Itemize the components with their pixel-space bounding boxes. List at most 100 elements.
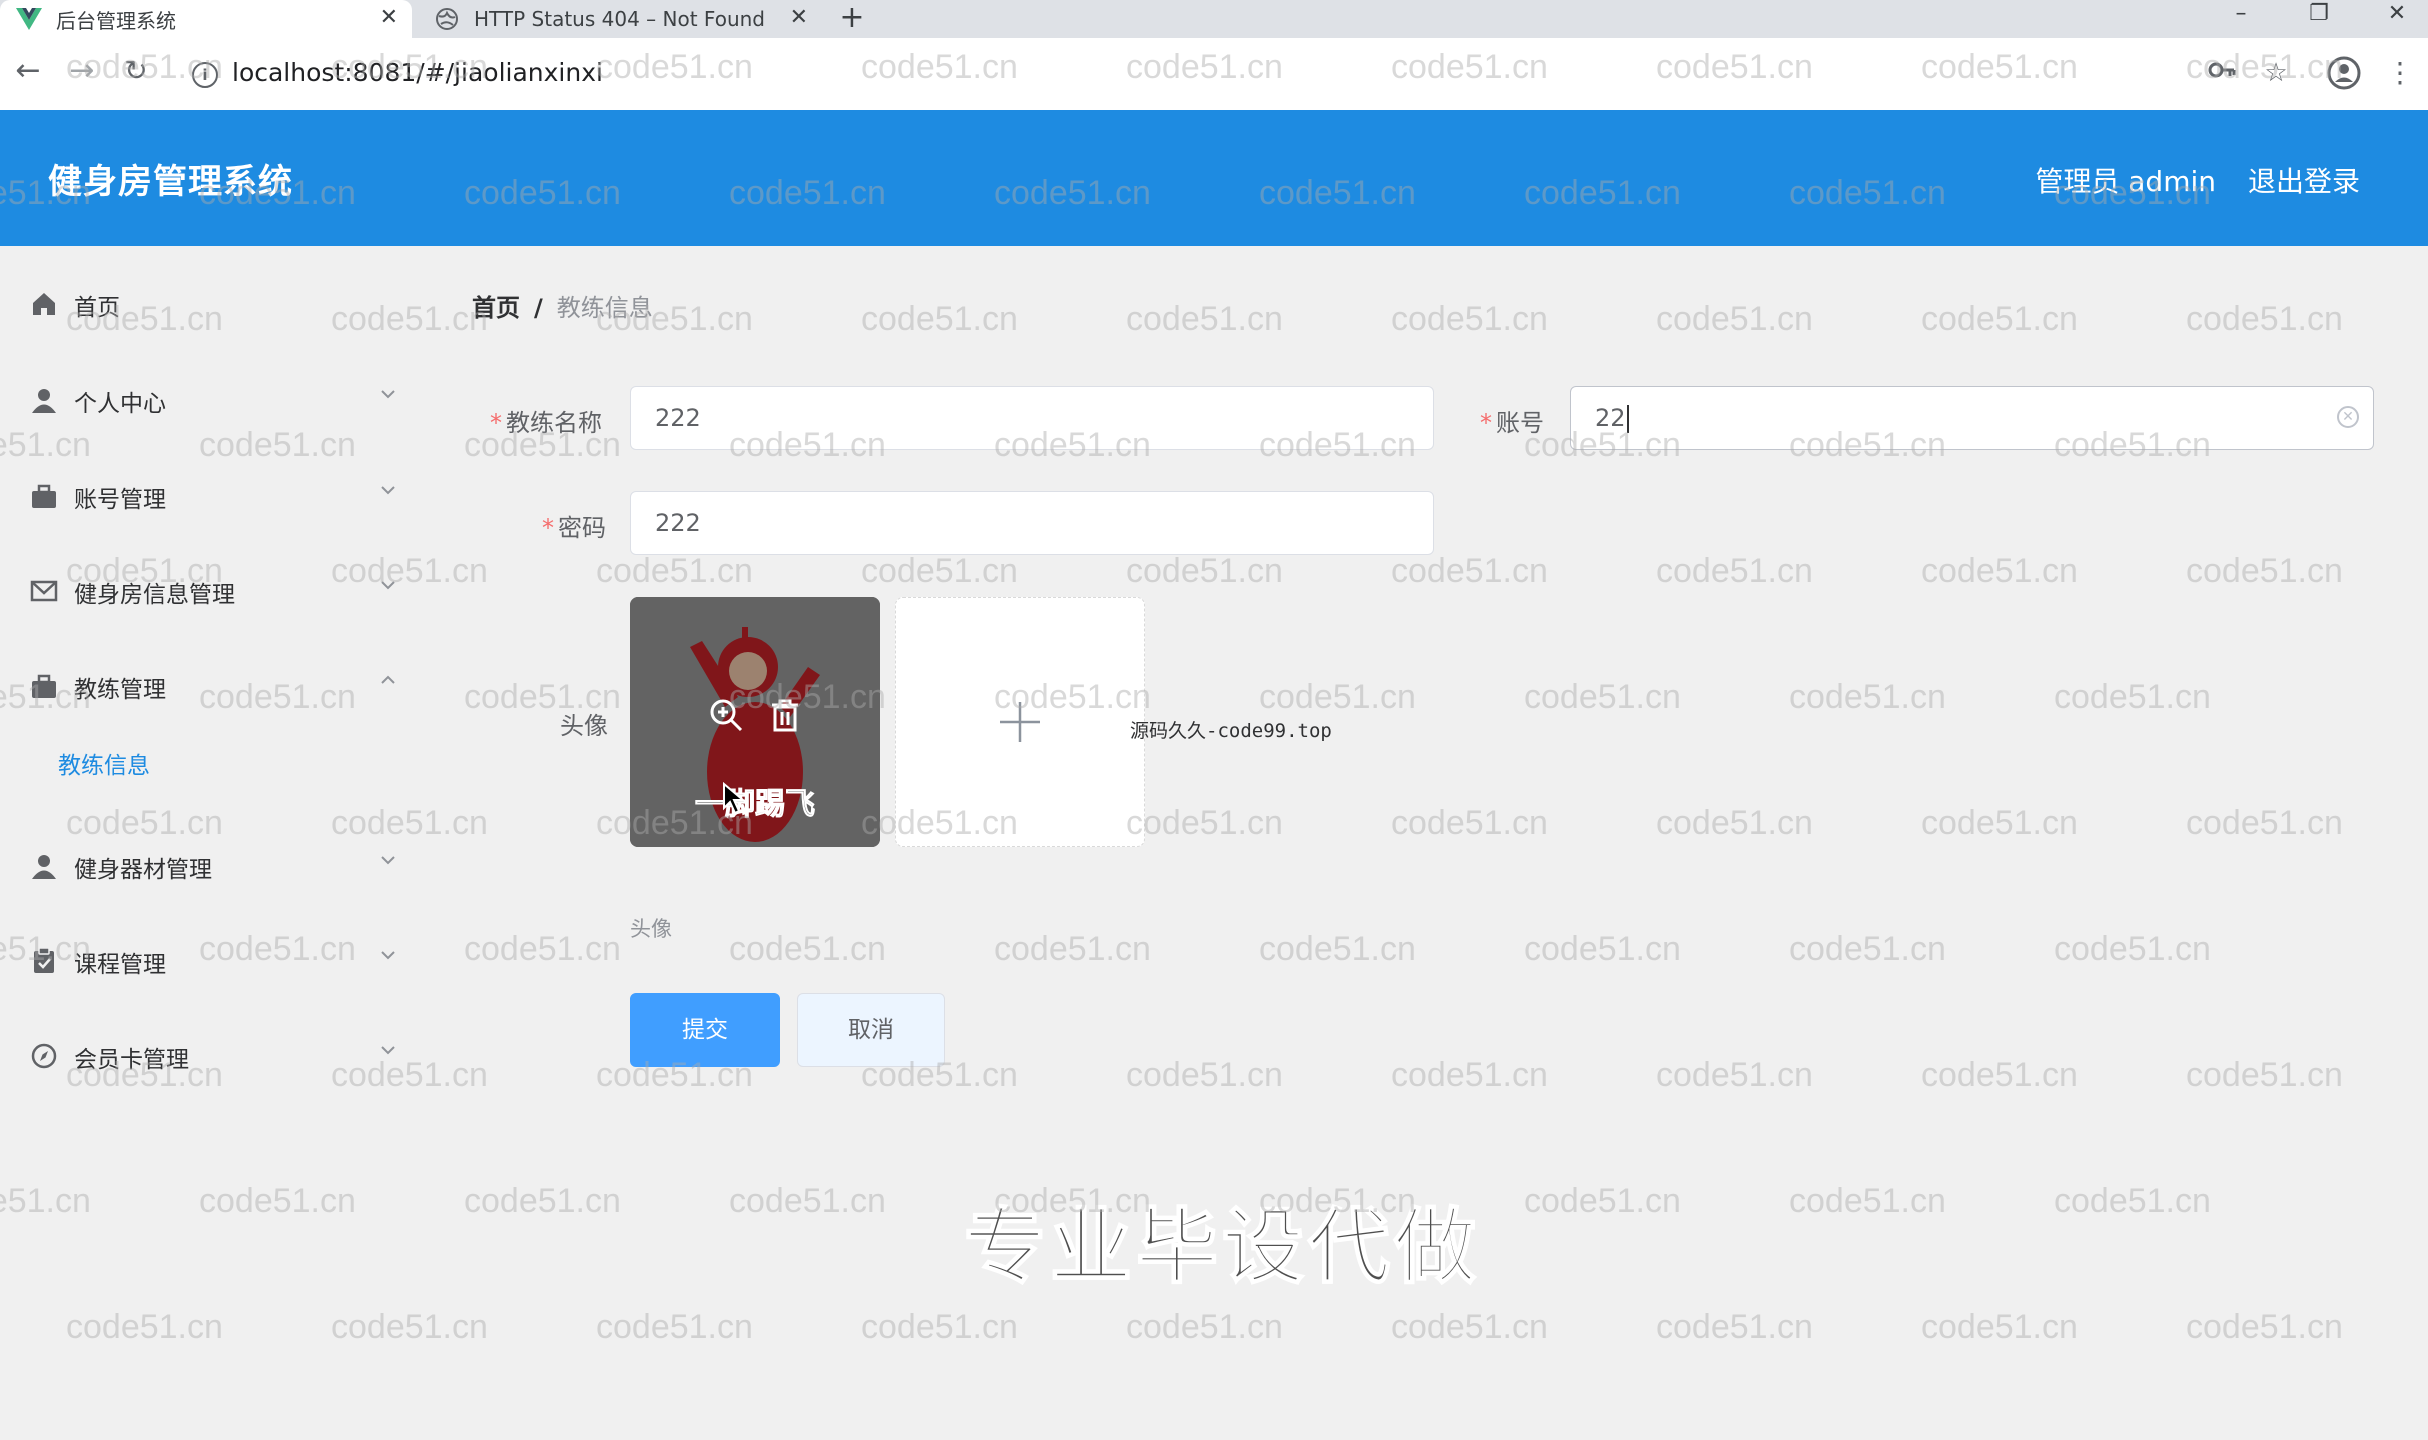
password-label: * 密码 bbox=[542, 514, 606, 542]
address-bar[interactable]: i localhost:8081/#/jiaolianxinxi bbox=[180, 48, 2140, 100]
sidebar-item-membership-card[interactable]: 会员卡管理 bbox=[0, 1026, 420, 1086]
sidebar-item-coach-management[interactable]: 教练管理 bbox=[0, 656, 420, 716]
submit-button[interactable]: 提交 bbox=[630, 993, 780, 1067]
browser-tab[interactable]: HTTP Status 404 – Not Found ✕ bbox=[418, 0, 822, 38]
breadcrumb-current: 教练信息 bbox=[556, 294, 653, 322]
watermark-text: code51.cn bbox=[464, 1182, 621, 1220]
plus-icon bbox=[1000, 702, 1040, 742]
more-icon[interactable]: ⋮ bbox=[2382, 56, 2418, 92]
browser-tab-active[interactable]: 后台管理系统 ✕ bbox=[0, 0, 412, 38]
suitcase-icon bbox=[32, 484, 56, 508]
watermark-text: code51.cn bbox=[1656, 552, 1813, 590]
watermark-text: code51.cn bbox=[2186, 300, 2343, 338]
account-input[interactable]: 22 ✕ bbox=[1570, 386, 2374, 450]
avatar-caption: 一脚踢飞 bbox=[695, 787, 816, 823]
sidebar-item-course-management[interactable]: 课程管理 bbox=[0, 931, 420, 991]
zoom-in-icon[interactable] bbox=[708, 697, 744, 733]
user-icon bbox=[32, 389, 56, 413]
logout-link[interactable]: 退出登录 bbox=[2248, 160, 2360, 200]
browser-toolbar: ← → ↻ i localhost:8081/#/jiaolianxinxi ☆… bbox=[0, 38, 2428, 111]
sidebar-item-home[interactable]: 首页 bbox=[0, 274, 420, 334]
watermark-text: code51.cn bbox=[1524, 930, 1681, 968]
new-tab-button[interactable]: + bbox=[832, 0, 872, 38]
back-icon[interactable]: ← bbox=[8, 52, 48, 92]
info-icon[interactable]: i bbox=[192, 62, 218, 88]
delete-icon[interactable] bbox=[768, 697, 802, 733]
coach-name-label: * 教练名称 bbox=[490, 409, 602, 437]
watermark-text: code51.cn bbox=[861, 552, 1018, 590]
watermark-text: code51.cn bbox=[1126, 552, 1283, 590]
watermark-text: code51.cn bbox=[1126, 1308, 1283, 1346]
watermark-text: code51.cn bbox=[1789, 678, 1946, 716]
watermark-text: code51.cn bbox=[1126, 1056, 1283, 1094]
key-icon[interactable] bbox=[2204, 56, 2240, 92]
watermark-text: code51.cn bbox=[1921, 300, 2078, 338]
sidebar-item-equipment-management[interactable]: 健身器材管理 bbox=[0, 836, 420, 896]
coach-name-input[interactable]: 222 bbox=[630, 386, 1434, 450]
mouse-cursor-icon bbox=[723, 782, 746, 815]
watermark-text: code51.cn bbox=[1921, 1056, 2078, 1094]
watermark-text: code51.cn bbox=[861, 1308, 1018, 1346]
chevron-down-icon bbox=[381, 951, 395, 960]
app-title: 健身房管理系统 bbox=[48, 162, 293, 202]
text-caret bbox=[1626, 405, 1629, 433]
forward-icon[interactable]: → bbox=[62, 52, 102, 92]
sidebar-subitem-coach-info[interactable]: 教练信息 bbox=[58, 746, 150, 780]
watermark-text: code51.cn bbox=[2054, 930, 2211, 968]
suitcase-icon bbox=[32, 674, 56, 698]
watermark-text: code51.cn bbox=[596, 1308, 753, 1346]
close-window-icon[interactable]: ✕ bbox=[2370, 0, 2424, 30]
watermark-text: code51.cn bbox=[2186, 804, 2343, 842]
compass-icon bbox=[31, 1043, 57, 1069]
breadcrumb-home[interactable]: 首页 bbox=[472, 294, 520, 322]
sidebar-item-account-management[interactable]: 账号管理 bbox=[0, 466, 420, 526]
account-icon[interactable] bbox=[2326, 56, 2362, 92]
avatar-upload-button[interactable] bbox=[895, 597, 1145, 847]
chevron-down-icon bbox=[381, 1046, 395, 1055]
admin-label: 管理员 admin bbox=[2035, 165, 2216, 198]
breadcrumb-separator: / bbox=[534, 294, 543, 322]
source-watermark-note: 源码久久-code99.top bbox=[1130, 720, 1332, 742]
watermark-text: code51.cn bbox=[1391, 552, 1548, 590]
sidebar-item-label: 首页 bbox=[74, 295, 120, 321]
watermark-text: code51.cn bbox=[1656, 1056, 1813, 1094]
sidebar-item-label: 个人中心 bbox=[74, 391, 166, 417]
watermark-text: code51.cn bbox=[596, 552, 753, 590]
user-icon bbox=[32, 855, 56, 879]
watermark-text: code51.cn bbox=[1391, 1056, 1548, 1094]
watermark-text: code51.cn bbox=[1259, 678, 1416, 716]
sidebar-item-label: 教练管理 bbox=[74, 677, 166, 703]
avatar-thumbnail[interactable]: 一脚踢飞 bbox=[630, 597, 880, 847]
url-text[interactable]: localhost:8081/#/jiaolianxinxi bbox=[232, 58, 603, 87]
chevron-down-icon bbox=[381, 856, 395, 865]
cancel-button[interactable]: 取消 bbox=[797, 993, 945, 1067]
watermark-text: code51.cn bbox=[1921, 804, 2078, 842]
watermark-text: code51.cn bbox=[2186, 1056, 2343, 1094]
sidebar-item-label: 账号管理 bbox=[74, 487, 166, 513]
restore-icon[interactable]: ❐ bbox=[2292, 0, 2346, 30]
minimize-icon[interactable]: – bbox=[2214, 0, 2268, 30]
chevron-down-icon bbox=[381, 390, 395, 399]
watermark-text: code51.cn bbox=[2186, 1308, 2343, 1346]
clear-icon[interactable]: ✕ bbox=[2337, 406, 2359, 428]
close-tab-icon[interactable]: ✕ bbox=[790, 5, 808, 30]
watermark-text: code51.cn bbox=[861, 300, 1018, 338]
password-input[interactable]: 222 bbox=[630, 491, 1434, 555]
watermark-text: code51.cn bbox=[729, 930, 886, 968]
sidebar: 首页 个人中心 账号管理 健身房信息管理 教练管理 教练信息 健身器材管理 课程… bbox=[0, 246, 420, 1440]
tab-title: 后台管理系统 bbox=[56, 8, 176, 33]
close-tab-icon[interactable]: ✕ bbox=[380, 5, 398, 30]
vue-logo-icon bbox=[16, 6, 42, 32]
watermark-text: code51.cn bbox=[1391, 804, 1548, 842]
reload-icon[interactable]: ↻ bbox=[116, 52, 156, 92]
watermark-text: code51.cn bbox=[1126, 804, 1283, 842]
breadcrumb: 首页 / 教练信息 bbox=[472, 288, 653, 323]
watermark-text: code51.cn bbox=[1656, 1308, 1813, 1346]
sidebar-item-personal-center[interactable]: 个人中心 bbox=[0, 370, 420, 430]
star-icon[interactable]: ☆ bbox=[2258, 56, 2294, 92]
promo-overlay-text: 专业毕设代做 bbox=[963, 1199, 1481, 1296]
avatar-hover-overlay: 一脚踢飞 bbox=[630, 597, 880, 847]
sidebar-item-gym-info[interactable]: 健身房信息管理 bbox=[0, 561, 420, 621]
watermark-text: code51.cn bbox=[1391, 300, 1548, 338]
watermark-text: code51.cn bbox=[1789, 930, 1946, 968]
